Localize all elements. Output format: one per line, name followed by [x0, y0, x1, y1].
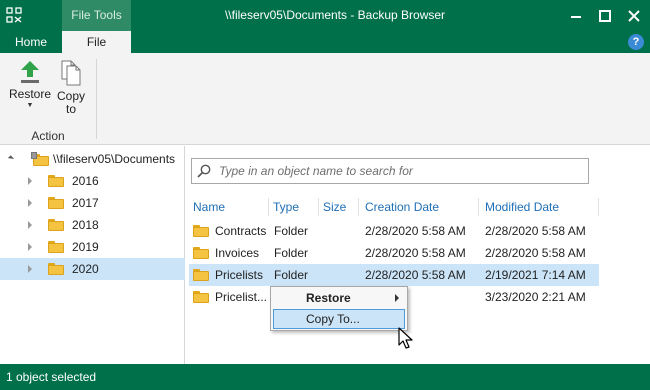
menu-item-restore[interactable]: Restore [273, 288, 405, 308]
tree-item-2016[interactable]: 2016 [0, 170, 185, 192]
menu-item-label: Restore [306, 291, 351, 305]
folder-icon [48, 219, 64, 231]
expand-arrow-icon[interactable] [28, 221, 32, 229]
ribbon-group-label: Action [31, 129, 65, 143]
tree-item-label: 2019 [72, 240, 99, 254]
restore-dropdown-icon[interactable]: ▼ [8, 101, 52, 110]
status-text: 1 object selected [6, 370, 97, 384]
expand-arrow-icon[interactable] [28, 177, 32, 185]
cell-name: Invoices [215, 246, 260, 260]
tree-item-label: \\fileserv05\Documents [53, 152, 176, 166]
tree-item-label: 2020 [72, 262, 99, 276]
cell-modified: 2/28/2020 5:58 AM [485, 246, 586, 260]
tree-item-2018[interactable]: 2018 [0, 214, 185, 236]
column-header-modified-date[interactable]: Modified Date [485, 200, 559, 214]
tab-file[interactable]: File [62, 31, 131, 53]
expand-arrow-icon[interactable] [28, 199, 32, 207]
cell-name: Contracts [215, 224, 267, 238]
cell-modified: 3/23/2020 2:21 AM [485, 290, 586, 304]
folder-icon [48, 175, 64, 187]
maximize-icon[interactable] [597, 8, 613, 24]
tree-item-label: 2018 [72, 218, 99, 232]
folder-icon [48, 241, 64, 253]
search-icon [197, 164, 211, 178]
menu-item-label: Copy To... [306, 312, 360, 326]
title-bar: File Tools \\fileserv05\Documents - Back… [0, 0, 650, 31]
copy-label-line2: to [65, 102, 76, 116]
tree-item-2017[interactable]: 2017 [0, 192, 185, 214]
tree-item-label: 2016 [72, 174, 99, 188]
folder-icon [48, 197, 64, 209]
tab-home[interactable]: Home [6, 31, 56, 53]
app-logo-icon [6, 7, 22, 23]
cell-name: Pricelist... [215, 290, 268, 304]
column-header-name[interactable]: Name [193, 200, 225, 214]
tree-item-2020[interactable]: 2020 [0, 258, 185, 280]
column-separator[interactable] [358, 198, 359, 216]
menu-item-copy-to[interactable]: Copy To... [273, 309, 405, 329]
server-folder-icon [31, 152, 49, 166]
status-bar: 1 object selected [0, 364, 650, 390]
table-row[interactable]: Contracts Folder 2/28/2020 5:58 AM 2/28/… [189, 220, 599, 242]
contextual-tab-label: File Tools [62, 0, 131, 31]
restore-label: Restore [8, 87, 52, 101]
column-separator[interactable] [318, 198, 319, 216]
folder-icon [193, 269, 209, 281]
cell-type: Folder [274, 246, 309, 260]
search-input[interactable]: Type in an object name to search for [191, 158, 589, 184]
cell-type: Folder [274, 268, 309, 282]
expand-arrow-icon[interactable] [28, 243, 32, 251]
restore-icon [21, 61, 39, 83]
table-row[interactable]: Pricelists Folder 2/28/2020 5:58 AM 2/19… [189, 264, 599, 286]
ribbon: Restore ▼ Copy to Action [0, 53, 650, 145]
ribbon-group-separator [96, 59, 97, 139]
cell-modified: 2/19/2021 7:14 AM [485, 268, 586, 282]
close-icon[interactable] [626, 8, 642, 24]
cell-created: 2/28/2020 5:58 AM [365, 224, 466, 238]
restore-button[interactable]: Restore ▼ [8, 59, 52, 110]
column-header-size[interactable]: Size [323, 200, 346, 214]
folder-icon [193, 225, 209, 237]
minimize-icon[interactable] [568, 8, 584, 24]
ribbon-tabs: Home File ? [0, 31, 650, 53]
expand-arrow-icon[interactable] [28, 265, 32, 273]
mouse-cursor-icon [398, 327, 413, 349]
copy-to-button[interactable]: Copy to [54, 59, 88, 116]
table-row[interactable]: Invoices Folder 2/28/2020 5:58 AM 2/28/2… [189, 242, 599, 264]
copy-icon [61, 60, 81, 86]
tree-item-label: 2017 [72, 196, 99, 210]
column-header-creation-date[interactable]: Creation Date [365, 200, 439, 214]
column-header-type[interactable]: Type [273, 200, 299, 214]
tree-item-root[interactable]: \\fileserv05\Documents [0, 148, 185, 170]
cell-created: 2/28/2020 5:58 AM [365, 246, 466, 260]
tree-item-2019[interactable]: 2019 [0, 236, 185, 258]
folder-tree: \\fileserv05\Documents 2016 2017 2018 20… [0, 146, 185, 364]
context-menu: Restore Copy To... [270, 286, 408, 331]
submenu-arrow-icon [395, 294, 399, 302]
cell-type: Folder [274, 224, 309, 238]
cell-modified: 2/28/2020 5:58 AM [485, 224, 586, 238]
folder-icon [193, 247, 209, 259]
search-placeholder: Type in an object name to search for [219, 164, 413, 178]
cell-created: 2/28/2020 5:58 AM [365, 268, 466, 282]
folder-icon [48, 263, 64, 275]
help-icon[interactable]: ? [628, 34, 644, 50]
cell-name: Pricelists [215, 268, 264, 282]
collapse-arrow-icon[interactable] [7, 155, 15, 162]
column-separator[interactable] [478, 198, 479, 216]
column-separator[interactable] [598, 198, 599, 216]
column-separator[interactable] [268, 198, 269, 216]
folder-icon [193, 291, 209, 303]
